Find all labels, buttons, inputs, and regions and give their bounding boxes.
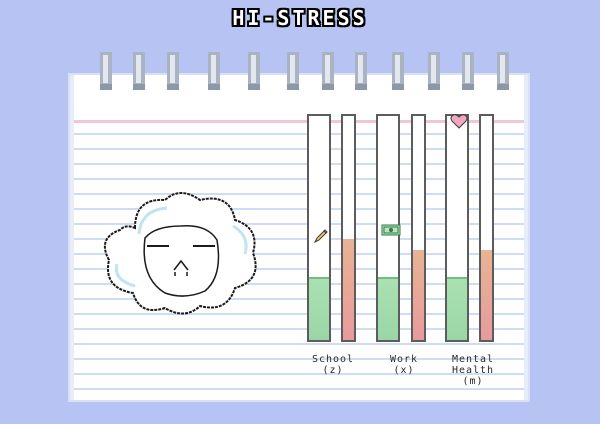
- spiral-ring-hole: [355, 84, 367, 90]
- spiral-ring-highlight: [431, 55, 436, 83]
- spiral-ring-highlight: [136, 55, 141, 83]
- spiral-ring-hole: [392, 84, 404, 90]
- spiral-ring-highlight: [465, 55, 470, 83]
- work-stress-fill: [413, 250, 424, 340]
- mental-health-label: Mental Health (m): [451, 354, 495, 387]
- spiral-ring-hole: [462, 84, 474, 90]
- mental-health-stress-bar: [479, 114, 494, 342]
- spiral-ring-highlight: [325, 55, 330, 83]
- spiral-ring-highlight: [251, 55, 256, 83]
- school-stress-bar: [341, 114, 356, 342]
- money-bill-icon: [381, 224, 401, 236]
- school-level-fill: [309, 277, 329, 340]
- spiral-ring-highlight: [290, 55, 295, 83]
- spiral-ring-highlight: [500, 55, 505, 83]
- school-label: School (z): [311, 354, 355, 376]
- school-stress-fill: [343, 239, 354, 340]
- spiral-ring-highlight: [103, 55, 108, 83]
- spiral-ring-highlight: [395, 55, 400, 83]
- notebook-spiral-rings: [100, 52, 509, 90]
- spiral-ring-hole: [167, 84, 179, 90]
- heart-icon: [450, 114, 468, 129]
- spiral-ring-highlight: [170, 55, 175, 83]
- spiral-ring-hole: [208, 84, 220, 90]
- mental-health-level-bar: [445, 114, 469, 342]
- pencil-icon: [313, 229, 328, 244]
- spiral-ring-hole: [100, 84, 112, 90]
- work-level-fill: [378, 277, 398, 340]
- spiral-ring-hole: [248, 84, 260, 90]
- spiral-ring-hole: [133, 84, 145, 90]
- spiral-ring-hole: [428, 84, 440, 90]
- spiral-ring-highlight: [358, 55, 363, 83]
- spiral-ring-hole: [322, 84, 334, 90]
- spiral-ring-hole: [497, 84, 509, 90]
- spiral-ring-highlight: [211, 55, 216, 83]
- mental-health-stress-fill: [481, 250, 492, 340]
- mental-health-level-fill: [447, 277, 467, 340]
- work-stress-bar: [411, 114, 426, 342]
- work-label: Work (x): [389, 354, 419, 376]
- spiral-ring-hole: [287, 84, 299, 90]
- cloud-mascot: [103, 192, 257, 315]
